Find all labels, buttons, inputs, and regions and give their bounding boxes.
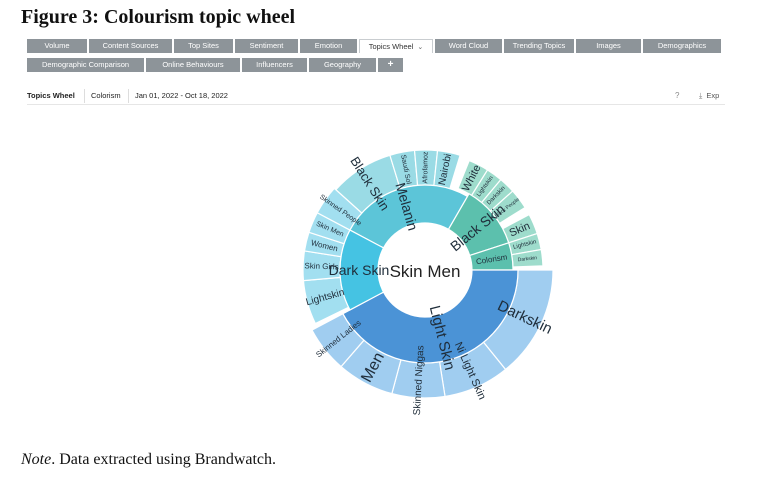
- outer-label-13: Skinned Niggas: [412, 345, 427, 416]
- tab-images[interactable]: Images: [576, 39, 641, 53]
- tab-volume[interactable]: Volume: [27, 39, 87, 53]
- download-icon: ⤓: [699, 91, 703, 100]
- tab-content-sources[interactable]: Content Sources: [89, 39, 172, 53]
- add-tab-button[interactable]: +: [378, 58, 403, 72]
- chevron-down-icon[interactable]: ⌄: [417, 44, 423, 51]
- tab-topics-wheel-label: Topics Wheel: [368, 42, 414, 51]
- figure-note: Note. Data extracted using Brandwatch.: [21, 451, 276, 469]
- wheel-center-label: Skin Men: [390, 262, 461, 281]
- tab-top-sites[interactable]: Top Sites: [174, 39, 233, 53]
- header-divider: [27, 104, 725, 105]
- tab-geography[interactable]: Geography: [309, 58, 376, 72]
- filter-date-range[interactable]: Jan 01, 2022 - Oct 18, 2022: [128, 89, 228, 103]
- tab-sentiment[interactable]: Sentiment: [235, 39, 298, 53]
- tab-word-cloud[interactable]: Word Cloud: [435, 39, 502, 53]
- help-icon[interactable]: ?: [675, 89, 679, 103]
- filter-bar: Topics Wheel Colorism Jan 01, 2022 - Oct…: [27, 89, 725, 103]
- tab-emotion[interactable]: Emotion: [300, 39, 357, 53]
- export-button[interactable]: ⤓ Exp: [699, 89, 719, 103]
- note-prefix: Note: [21, 451, 52, 468]
- tab-influencers[interactable]: Influencers: [242, 58, 307, 72]
- outer-label-2: Afrofamoz: [422, 151, 429, 183]
- export-label: Exp: [706, 91, 720, 100]
- outer-label-17: Skin Girls: [304, 261, 339, 271]
- note-text: . Data extracted using Brandwatch.: [51, 451, 277, 468]
- filter-topic[interactable]: Colorism: [84, 89, 121, 103]
- tab-online-behaviours[interactable]: Online Behaviours: [146, 58, 240, 72]
- tab-bar-primary: Volume Content Sources Top Sites Sentime…: [27, 39, 721, 53]
- tab-bar-secondary: Demographic Comparison Online Behaviours…: [27, 58, 403, 72]
- filter-component-label: Topics Wheel: [27, 91, 75, 100]
- topics-wheel: Skin Men Melanin Black SkinColorismLight …: [302, 149, 555, 416]
- tab-demographic-comparison[interactable]: Demographic Comparison: [27, 58, 144, 72]
- tab-trending-topics[interactable]: Trending Topics: [504, 39, 574, 53]
- tab-demographics[interactable]: Demographics: [643, 39, 721, 53]
- tab-topics-wheel[interactable]: Topics Wheel ⌄: [359, 39, 433, 53]
- figure-title: Figure 3: Colourism topic wheel: [21, 6, 296, 28]
